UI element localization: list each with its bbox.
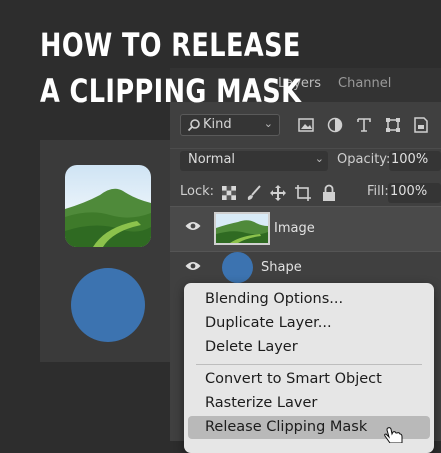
kind-label: Kind xyxy=(203,117,232,132)
layer-name: Image xyxy=(274,221,315,236)
shape-filter-icon[interactable] xyxy=(384,116,402,134)
lock-artboard-icon[interactable] xyxy=(294,184,312,202)
blend-row: Normal ⌄ Opacity: 100% xyxy=(170,148,441,173)
layer-name: Shape xyxy=(261,260,302,275)
chevron-down-icon: ⌄ xyxy=(263,117,273,130)
chevron-down-icon: ⌄ xyxy=(314,152,324,165)
kind-filter-select[interactable]: Kind ⌄ xyxy=(180,114,280,136)
blend-mode-select[interactable]: Normal ⌄ xyxy=(180,151,328,171)
menu-separator xyxy=(196,364,422,365)
fill-field[interactable]: 100% xyxy=(388,183,441,203)
tab-channel[interactable]: Channel xyxy=(338,76,391,91)
layer-row-shape[interactable]: Shape xyxy=(170,250,441,286)
title-line-2: A CLIPPING MASK xyxy=(40,72,302,110)
smart-object-filter-icon[interactable] xyxy=(412,116,430,134)
lock-transparent-icon[interactable] xyxy=(220,184,238,202)
opacity-value: 100% xyxy=(391,152,429,167)
menu-item-duplicate-layer[interactable]: Duplicate Layer... xyxy=(184,312,434,335)
menu-item-blending-options[interactable]: Blending Options... xyxy=(184,288,434,311)
canvas-preview xyxy=(40,140,170,362)
menu-item-delete-layer[interactable]: Delete Layer xyxy=(184,336,434,359)
fill-label: Fill: xyxy=(367,184,389,199)
lock-label: Lock: xyxy=(180,184,215,199)
eye-icon[interactable] xyxy=(185,260,201,272)
landscape-image-preview xyxy=(65,165,151,247)
type-filter-icon[interactable] xyxy=(355,116,373,134)
lock-position-icon[interactable] xyxy=(269,184,287,202)
opacity-label: Opacity: xyxy=(337,152,391,167)
opacity-field[interactable]: 100% xyxy=(389,151,441,171)
lock-image-icon[interactable] xyxy=(245,184,263,202)
layer-thumbnail-shape xyxy=(222,252,253,283)
eye-icon[interactable] xyxy=(185,220,201,232)
title-line-1: HOW TO RELEASE xyxy=(40,26,301,64)
lock-row: Lock: Fill: 100% xyxy=(170,180,441,206)
layer-filter-row: Kind ⌄ xyxy=(170,112,441,138)
image-filter-icon[interactable] xyxy=(297,116,315,134)
page-title: HOW TO RELEASE A CLIPPING MASK xyxy=(40,22,301,114)
adjustment-filter-icon[interactable] xyxy=(326,116,344,134)
fill-value: 100% xyxy=(390,184,428,199)
shape-circle-preview xyxy=(71,268,145,342)
search-icon xyxy=(187,119,200,132)
lock-all-icon[interactable] xyxy=(320,184,338,202)
menu-item-convert-smart-object[interactable]: Convert to Smart Object xyxy=(184,368,434,391)
menu-item-rasterize-layer[interactable]: Rasterize Laver xyxy=(184,392,434,415)
layer-thumbnail-image xyxy=(214,212,270,245)
blend-mode-value: Normal xyxy=(188,152,236,167)
layer-row-image[interactable]: Image xyxy=(170,206,441,252)
